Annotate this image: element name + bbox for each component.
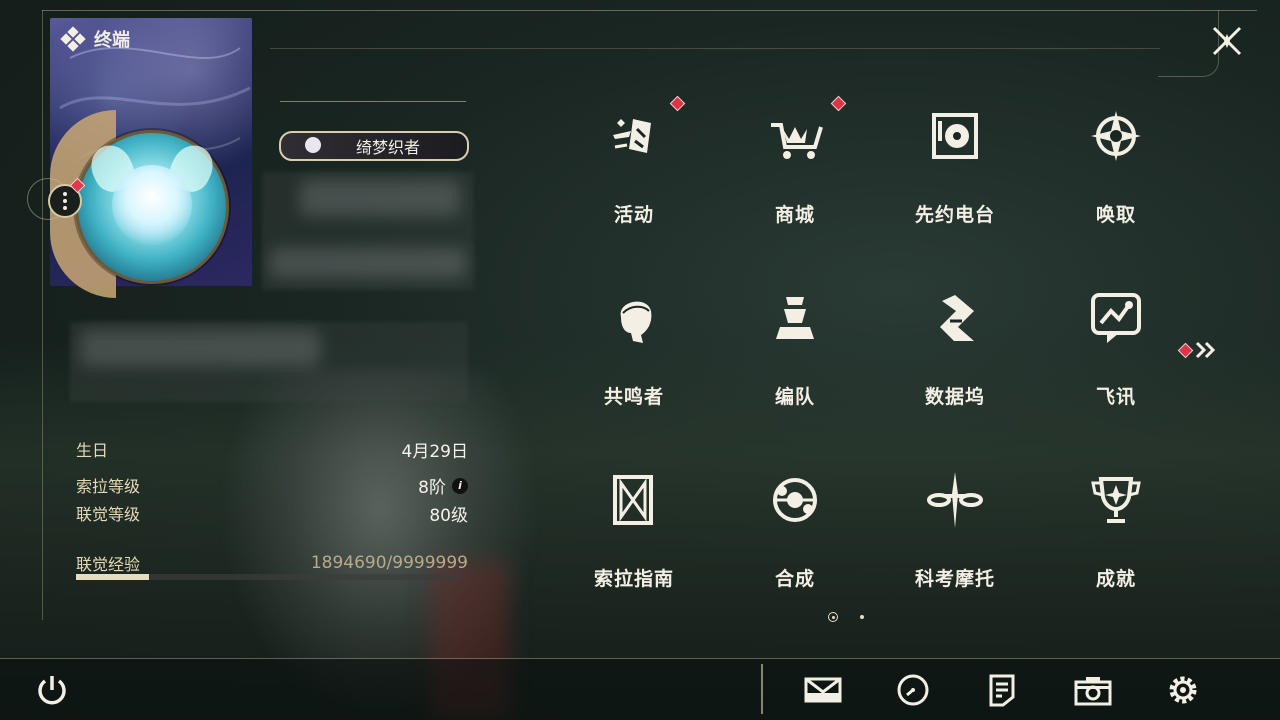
title-badge[interactable]: 绮梦织者 (279, 131, 469, 161)
message-bubble-icon (1086, 288, 1146, 348)
notice-button[interactable] (980, 670, 1024, 710)
menu-item-convene[interactable]: 唤取 (1036, 92, 1196, 262)
menu-item-label: 索拉指南 (593, 568, 674, 590)
menu-item-message[interactable]: 飞讯 (1036, 274, 1196, 444)
info-label: 联觉等级 (76, 505, 141, 524)
info-row-sola-level: 索拉等级 8阶 i (76, 473, 468, 498)
menu-item-label: 数据坞 (924, 386, 985, 408)
info-icon[interactable]: i (452, 477, 468, 494)
avatar-character (112, 165, 192, 245)
obscured-id (270, 248, 466, 278)
compass-star-icon (1086, 106, 1146, 166)
menu-item-label: 成就 (1095, 568, 1136, 590)
settings-gear-icon (1169, 676, 1197, 704)
menu-item-data-dock[interactable]: 数据坞 (875, 274, 1035, 444)
menu-grid: 活动 商城 先约电台 唤取 共鸣者 编队 数据坞 飞讯 索拉指南 合成 科考摩托… (554, 92, 1196, 638)
power-icon (38, 676, 66, 705)
terminal-title: 终端 (94, 30, 130, 51)
resonator-head-icon (604, 288, 664, 348)
info-row-birthday: 生日 4月29日 (76, 437, 468, 462)
terminal-header: 终端 (60, 26, 130, 52)
exp-value: 1894690/9999999 (310, 553, 468, 573)
obscured-name (300, 180, 460, 216)
badge-character-icon (301, 135, 327, 157)
info-value: 8阶 (418, 478, 446, 498)
page-indicator (828, 612, 864, 622)
mail-button[interactable] (801, 670, 845, 710)
menu-item-motorbike[interactable]: 科考摩托 (875, 456, 1035, 626)
name-underline (280, 101, 466, 102)
avatar[interactable] (75, 130, 229, 284)
info-row-union-exp: 联觉经验 1894690/9999999 (76, 551, 468, 575)
info-value: 4月29日 (401, 442, 468, 462)
more-dot (63, 199, 67, 203)
frame-header-line (270, 48, 1160, 49)
synthesis-icon (765, 470, 825, 530)
close-icon (1212, 26, 1242, 56)
notification-dot (1177, 342, 1194, 358)
menu-item-activity[interactable]: 活动 (554, 92, 714, 262)
bottom-bar-separator (761, 664, 763, 714)
camera-button[interactable] (1071, 670, 1115, 710)
title-badge-label: 绮梦织者 (355, 138, 420, 157)
info-label: 索拉等级 (76, 477, 141, 496)
menu-item-label: 商城 (774, 204, 815, 226)
menu-item-label: 编队 (774, 386, 815, 408)
terminal-diamonds-icon (60, 26, 86, 52)
data-dock-icon (925, 288, 985, 348)
motorbike-icon (925, 470, 985, 530)
next-page-button[interactable] (1177, 340, 1217, 360)
page-dot[interactable] (860, 615, 864, 619)
page-dot-active[interactable] (828, 612, 838, 622)
frame-left-line (42, 10, 43, 620)
menu-item-achievement[interactable]: 成就 (1036, 456, 1196, 626)
clock-icon (897, 674, 929, 706)
bottom-bar-line (0, 658, 1280, 659)
menu-item-resonators[interactable]: 共鸣者 (554, 274, 714, 444)
menu-item-synthesis[interactable]: 合成 (715, 456, 875, 626)
menu-item-label: 先约电台 (914, 204, 995, 226)
close-button[interactable] (1208, 22, 1246, 60)
double-chevron-right-icon (1195, 341, 1216, 359)
menu-item-team[interactable]: 编队 (715, 274, 875, 444)
obscured-signature (80, 330, 320, 366)
exp-progress-fill (76, 574, 149, 580)
trophy-icon (1086, 470, 1146, 530)
activity-icon (604, 106, 664, 166)
menu-item-label: 科考摩托 (914, 568, 995, 590)
settings-button[interactable] (1161, 670, 1205, 710)
menu-item-label: 唤取 (1095, 204, 1136, 226)
menu-item-radio[interactable]: 先约电台 (875, 92, 1035, 262)
menu-item-guide[interactable]: 索拉指南 (554, 456, 714, 626)
mail-icon (804, 677, 842, 703)
more-dot (63, 206, 67, 210)
notice-icon (989, 674, 1015, 707)
menu-item-label: 飞讯 (1095, 386, 1136, 408)
clock-button[interactable] (891, 670, 935, 710)
menu-item-label: 合成 (774, 568, 815, 590)
guide-icon (604, 470, 664, 530)
notification-dot (830, 95, 847, 112)
info-label: 生日 (76, 441, 109, 460)
info-value: 80级 (429, 506, 468, 526)
camera-icon (1074, 677, 1112, 706)
shop-cart-icon (765, 106, 825, 166)
power-button[interactable] (30, 670, 74, 710)
exp-label: 联觉经验 (76, 555, 141, 574)
radio-icon (925, 106, 985, 166)
menu-item-label: 共鸣者 (603, 386, 664, 408)
info-value-wrap: 8阶 i (418, 473, 468, 498)
menu-item-shop[interactable]: 商城 (715, 92, 875, 262)
exp-progress-bar (76, 574, 460, 580)
frame-top-line (42, 10, 1257, 11)
more-dot (63, 192, 67, 196)
info-row-union-level: 联觉等级 80级 (76, 501, 468, 526)
menu-item-label: 活动 (613, 204, 654, 226)
chess-team-icon (765, 288, 825, 348)
notification-dot (669, 95, 686, 112)
